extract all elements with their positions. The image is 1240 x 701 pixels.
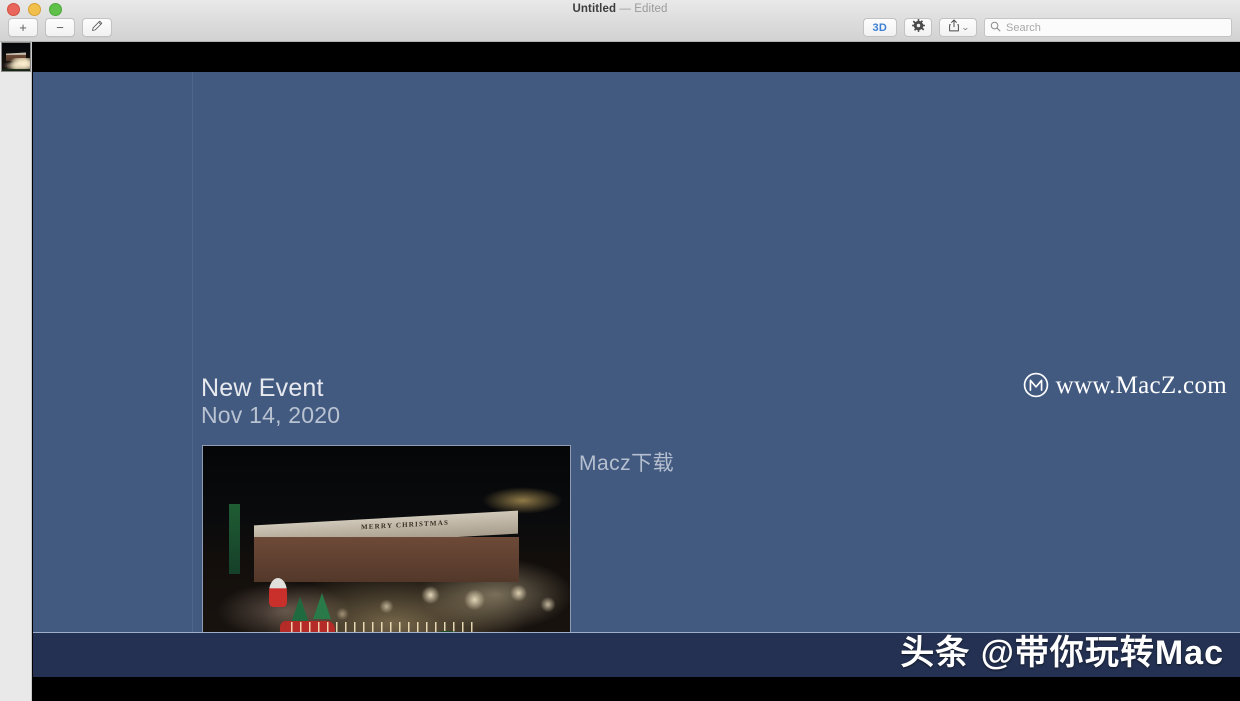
window-title: Untitled — Edited (0, 3, 1240, 15)
christmas-lights-photo: MERRY CHRISTMAS (203, 446, 570, 632)
search-field[interactable]: Search (984, 18, 1232, 37)
3d-label: 3D (872, 21, 887, 34)
slide-layout-guide (192, 72, 193, 632)
keynote-window: Untitled — Edited + − 3D ⌄ Search New Ev… (0, 0, 1240, 701)
photo-tree-2 (313, 593, 332, 620)
plus-icon: + (19, 20, 27, 35)
macz-watermark: www.MacZ.com (1023, 372, 1227, 398)
slide-navigator[interactable] (0, 42, 32, 701)
settings-button[interactable] (904, 18, 932, 37)
minus-icon: − (56, 20, 64, 35)
delete-slide-button[interactable]: − (45, 18, 75, 37)
photo-tree-1 (291, 597, 310, 624)
slide-surface[interactable]: New Event Nov 14, 2020 Macz下载 MERRY CHRI… (33, 72, 1240, 632)
macz-circle-m-logo (1023, 372, 1049, 398)
slide-canvas[interactable]: New Event Nov 14, 2020 Macz下载 MERRY CHRI… (33, 42, 1240, 701)
3d-toggle-button[interactable]: 3D (862, 18, 897, 37)
pencil-icon (91, 20, 103, 35)
slide-thumbnail-1[interactable] (1, 42, 31, 72)
macz-watermark-text: www.MacZ.com (1055, 371, 1227, 399)
slide-date-text[interactable]: Nov 14, 2020 (201, 403, 340, 427)
title-bar: Untitled — Edited + − 3D ⌄ Search (0, 0, 1240, 42)
edit-mask-button[interactable] (82, 18, 112, 37)
share-icon (948, 18, 960, 37)
chevron-down-icon: ⌄ (960, 22, 970, 32)
photo-santa-figure (269, 577, 288, 607)
body-area: New Event Nov 14, 2020 Macz下载 MERRY CHRI… (0, 42, 1240, 701)
photo-light-bushes (203, 557, 570, 632)
gear-icon (911, 18, 925, 37)
toolbar-right-group: 3D ⌄ Search (862, 18, 1232, 37)
slide-title-text[interactable]: New Event (201, 375, 324, 402)
slide-photo-object[interactable]: MERRY CHRISTMAS (202, 445, 571, 632)
add-slide-button[interactable]: + (8, 18, 38, 37)
toutiao-watermark: 头条 @带你玩转Mac (900, 634, 1224, 672)
search-placeholder: Search (1006, 21, 1041, 34)
search-icon (990, 19, 1001, 37)
toolbar-left-group: + − (8, 18, 112, 37)
window-title-text: Untitled (572, 3, 617, 15)
slide-thumbnail-preview (2, 43, 30, 71)
canvas-letterbox-bottom (33, 677, 1240, 701)
share-button[interactable]: ⌄ (939, 18, 977, 37)
window-edited-label: — Edited (619, 3, 668, 15)
canvas-letterbox-top (33, 42, 1240, 72)
photo-sleigh-lights (481, 487, 563, 514)
slide-caption-text[interactable]: Macz下载 (579, 447, 674, 477)
